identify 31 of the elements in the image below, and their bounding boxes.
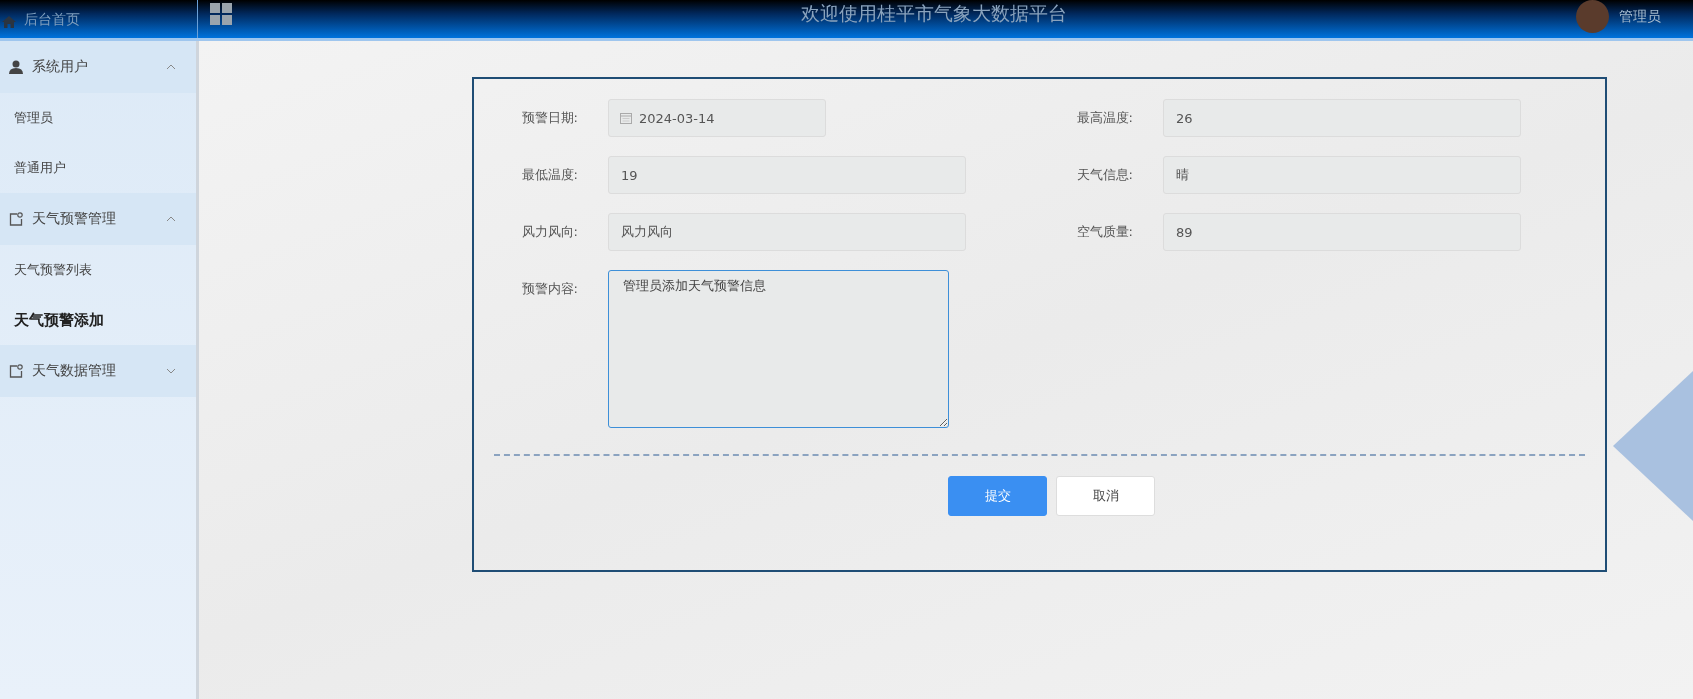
page-title: 欢迎使用桂平市气象大数据平台 (800, 1, 1068, 26)
sidebar-group[interactable]: 天气数据管理 (0, 345, 196, 397)
user-name[interactable]: 管理员 (1619, 8, 1661, 26)
input-field[interactable]: 19 (608, 156, 966, 194)
avatar[interactable] (1576, 0, 1609, 33)
sidebar-item[interactable]: 天气预警添加 (0, 295, 196, 345)
sidebar-item[interactable]: 天气预警列表 (0, 245, 196, 295)
field-label: 天气信息: (1075, 166, 1134, 184)
input-field[interactable]: 89 (1163, 213, 1521, 251)
text-area[interactable]: 管理员添加天气预警信息 (608, 270, 949, 428)
field-label: 空气质量: (1075, 223, 1134, 241)
module-icon (9, 364, 23, 378)
sidebar-group[interactable]: 天气预警管理 (0, 193, 196, 245)
home-icon (2, 16, 16, 28)
sidebar-item[interactable]: 管理员 (0, 93, 196, 143)
field-label: 预警日期: (520, 109, 579, 127)
date-field[interactable]: 2024-03-14 (608, 99, 826, 137)
grid-menu-icon[interactable] (210, 3, 232, 25)
sidebar-group[interactable]: 系统用户 (0, 41, 196, 93)
input-field[interactable]: 晴 (1163, 156, 1521, 194)
input-field[interactable]: 风力风向 (608, 213, 966, 251)
cancel-button[interactable]: 取消 (1056, 476, 1155, 516)
field-label: 最低温度: (520, 166, 579, 184)
module-icon (9, 212, 23, 226)
field-label: 预警内容: (520, 280, 579, 298)
home-link[interactable]: 后台首页 (0, 0, 198, 38)
sidebar-item[interactable]: 普通用户 (0, 143, 196, 193)
field-label: 风力风向: (520, 223, 579, 241)
input-field[interactable]: 26 (1163, 99, 1521, 137)
field-label: 最高温度: (1075, 109, 1134, 127)
user-icon (9, 60, 23, 74)
